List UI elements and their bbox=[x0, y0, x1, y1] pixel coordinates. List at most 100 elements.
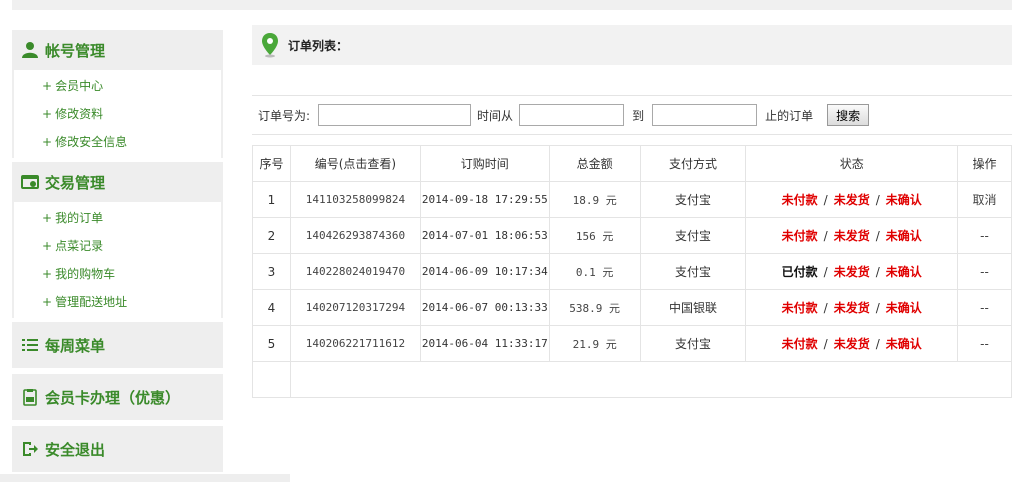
order-status: 未付款 / 未发货 / 未确认 bbox=[745, 325, 959, 362]
sidebar-item-edit-profile[interactable]: + 修改资料 bbox=[14, 100, 221, 128]
status-separator: / bbox=[875, 301, 880, 315]
sidebar-item-order-history[interactable]: + 点菜记录 bbox=[14, 232, 221, 260]
sidebar-section-trade[interactable]: 交易管理 bbox=[12, 162, 223, 202]
row-index: 5 bbox=[252, 325, 291, 362]
sidebar-item-edit-security[interactable]: + 修改安全信息 bbox=[14, 128, 221, 156]
order-number-link[interactable]: 140206221711612 bbox=[289, 325, 421, 362]
sidebar-item-my-orders[interactable]: + 我的订单 bbox=[14, 204, 221, 232]
payment-status: 已付款 bbox=[781, 265, 818, 279]
table-header-row: 序号 编号(点击查看) 订购时间 总金额 支付方式 状态 操作 bbox=[252, 145, 1012, 182]
order-number-input[interactable] bbox=[318, 104, 472, 126]
sidebar-item-cart[interactable]: + 我的购物车 bbox=[14, 260, 221, 288]
until-label: 止的订单 bbox=[765, 108, 814, 123]
sidebar-section-account-title: 帐号管理 bbox=[45, 41, 106, 60]
payment-method: 支付宝 bbox=[639, 325, 747, 362]
sidebar-item-addresses[interactable]: + 管理配送地址 bbox=[14, 288, 221, 316]
status-separator: / bbox=[875, 337, 880, 351]
sidebar-section-weekly-menu[interactable]: 每周菜单 bbox=[12, 322, 223, 368]
status-separator: / bbox=[823, 337, 828, 351]
order-number-link[interactable]: 141103258099824 bbox=[289, 181, 421, 218]
sidebar: 帐号管理 + 会员中心 + 修改资料 + 修改安全信息 交易管理 + 我的订单 + 点菜记… bbox=[12, 30, 223, 472]
cancel-order-link[interactable]: 取消 bbox=[957, 181, 1012, 218]
status-separator: / bbox=[875, 229, 880, 243]
payment-status: 未付款 bbox=[781, 301, 818, 315]
sidebar-section-vip-card[interactable]: 会员卡办理（优惠） bbox=[12, 374, 223, 420]
order-time: 2014-06-09 10:17:34 bbox=[419, 253, 550, 290]
order-status: 未付款 / 未发货 / 未确认 bbox=[745, 217, 959, 254]
order-status: 已付款 / 未发货 / 未确认 bbox=[745, 253, 959, 290]
col-header-index: 序号 bbox=[252, 145, 291, 182]
payment-method: 支付宝 bbox=[639, 217, 747, 254]
status-separator: / bbox=[823, 301, 828, 315]
order-filter: 订单号为: 时间从 到 止的订单 搜索 bbox=[252, 95, 1012, 135]
sidebar-section-trade-title: 交易管理 bbox=[45, 173, 106, 192]
sidebar-trade-list: + 我的订单 + 点菜记录 + 我的购物车 + 管理配送地址 bbox=[12, 202, 223, 318]
table-row: 2 140426293874360 2014-07-01 18:06:53 156 元… bbox=[252, 217, 1012, 254]
sidebar-section-account[interactable]: 帐号管理 bbox=[12, 30, 223, 70]
status-separator: / bbox=[823, 193, 828, 207]
order-amount: 18.9 元 bbox=[548, 181, 641, 218]
col-header-amount: 总金额 bbox=[548, 145, 641, 182]
shipping-status: 未发货 bbox=[833, 337, 870, 351]
table-row: 4 140207120317294 2014-06-07 00:13:33 538.9… bbox=[252, 289, 1012, 326]
action-placeholder: -- bbox=[957, 325, 1012, 362]
list-icon bbox=[20, 335, 40, 355]
order-number-link[interactable]: 140207120317294 bbox=[289, 289, 421, 326]
top-bar bbox=[12, 0, 1012, 10]
order-amount: 0.1 元 bbox=[548, 253, 641, 290]
payment-method: 中国银联 bbox=[639, 289, 747, 326]
order-amount: 156 元 bbox=[548, 217, 641, 254]
trade-icon bbox=[20, 172, 40, 192]
row-index: 1 bbox=[252, 181, 291, 218]
orders-table: 序号 编号(点击查看) 订购时间 总金额 支付方式 状态 操作 1 1411032… bbox=[252, 145, 1013, 398]
table-row: 5 140206221711612 2014-06-04 11:33:17 21.9 … bbox=[252, 325, 1012, 362]
order-time: 2014-06-07 00:13:33 bbox=[419, 289, 550, 326]
order-amount: 538.9 元 bbox=[548, 289, 641, 326]
col-header-payment: 支付方式 bbox=[639, 145, 747, 182]
to-label: 到 bbox=[632, 108, 645, 123]
order-time: 2014-09-18 17:29:55 bbox=[419, 181, 550, 218]
order-number-label: 订单号为: bbox=[258, 108, 311, 123]
table-row: 1 141103258099824 2014-09-18 17:29:55 18.9 … bbox=[252, 181, 1012, 218]
confirm-status: 未确认 bbox=[885, 193, 922, 207]
payment-status: 未付款 bbox=[781, 229, 818, 243]
payment-status: 未付款 bbox=[781, 337, 818, 351]
sidebar-item-member-center[interactable]: + 会员中心 bbox=[14, 72, 221, 100]
search-button[interactable]: 搜索 bbox=[827, 104, 870, 126]
order-status: 未付款 / 未发货 / 未确认 bbox=[745, 181, 959, 218]
status-separator: / bbox=[875, 193, 880, 207]
row-index: 3 bbox=[252, 253, 291, 290]
payment-method: 支付宝 bbox=[639, 181, 747, 218]
row-index: 2 bbox=[252, 217, 291, 254]
date-from-input[interactable] bbox=[519, 104, 625, 126]
logout-icon bbox=[20, 439, 40, 459]
sidebar-section-logout[interactable]: 安全退出 bbox=[12, 426, 223, 472]
order-number-link[interactable]: 140228024019470 bbox=[289, 253, 421, 290]
sidebar-section-logout-title: 安全退出 bbox=[45, 440, 106, 459]
payment-method: 支付宝 bbox=[639, 253, 747, 290]
main-content: 订单列表： 订单号为: 时间从 到 止的订单 搜索 序号 编号(点击查看) 订购… bbox=[252, 25, 1013, 398]
action-placeholder: -- bbox=[957, 217, 1012, 254]
sidebar-account-list: + 会员中心 + 修改资料 + 修改安全信息 bbox=[12, 70, 223, 158]
time-from-label: 时间从 bbox=[477, 108, 514, 123]
order-number-link[interactable]: 140426293874360 bbox=[289, 217, 421, 254]
order-amount: 21.9 元 bbox=[548, 325, 641, 362]
col-header-status: 状态 bbox=[745, 145, 959, 182]
shipping-status: 未发货 bbox=[833, 193, 870, 207]
order-status: 未付款 / 未发货 / 未确认 bbox=[745, 289, 959, 326]
status-separator: / bbox=[823, 265, 828, 279]
payment-status: 未付款 bbox=[781, 193, 818, 207]
table-row: 3 140228024019470 2014-06-09 10:17:34 0.1 元… bbox=[252, 253, 1012, 290]
order-time: 2014-07-01 18:06:53 bbox=[419, 217, 550, 254]
date-to-input[interactable] bbox=[652, 104, 758, 126]
action-placeholder: -- bbox=[957, 253, 1012, 290]
row-index: 4 bbox=[252, 289, 291, 326]
confirm-status: 未确认 bbox=[885, 265, 922, 279]
clipboard-icon bbox=[20, 387, 40, 407]
page-title: 订单列表： bbox=[288, 38, 349, 53]
confirm-status: 未确认 bbox=[885, 229, 922, 243]
shipping-status: 未发货 bbox=[833, 265, 870, 279]
order-list-header: 订单列表： bbox=[252, 25, 1012, 65]
col-header-time: 订购时间 bbox=[419, 145, 550, 182]
shipping-status: 未发货 bbox=[833, 301, 870, 315]
